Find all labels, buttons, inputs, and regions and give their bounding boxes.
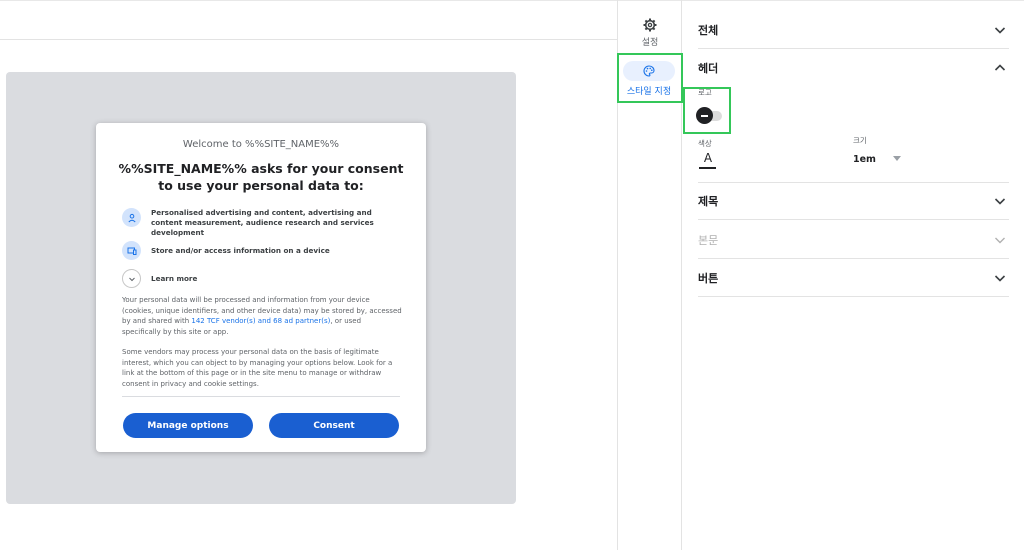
- section-buttons[interactable]: 버튼: [698, 259, 1009, 297]
- consent-button[interactable]: Consent: [269, 413, 399, 438]
- logo-toggle-highlight: [683, 87, 731, 134]
- chevron-down-icon[interactable]: [993, 23, 1007, 37]
- dialog-divider: [122, 396, 400, 397]
- section-body: 본문: [698, 221, 1009, 259]
- purpose-text: Store and/or access information on a dev…: [151, 246, 330, 255]
- tab-settings[interactable]: 설정: [625, 18, 675, 48]
- section-buttons-title[interactable]: 버튼: [698, 270, 718, 286]
- purpose-item: Personalised advertising and content, ad…: [122, 208, 402, 238]
- section-body-title: 본문: [698, 233, 719, 247]
- consent-dialog: Welcome to %%SITE_NAME%% %%SITE_NAME%% a…: [96, 123, 426, 452]
- size-select[interactable]: 1em: [853, 154, 876, 165]
- welcome-text: Welcome to %%SITE_NAME%%: [182, 139, 340, 150]
- chevron-up-icon[interactable]: [993, 61, 1007, 75]
- manage-options-button[interactable]: Manage options: [123, 413, 253, 438]
- chevron-down-icon[interactable]: [122, 269, 141, 288]
- legitimate-interest-text: Some vendors may process your personal d…: [122, 348, 393, 388]
- section-title[interactable]: 제목: [698, 182, 1009, 220]
- chevron-down-icon: [995, 237, 1005, 243]
- chevron-down-icon[interactable]: [993, 194, 1007, 208]
- size-dropdown-icon[interactable]: [893, 156, 901, 161]
- learn-more-label[interactable]: Learn more: [151, 274, 197, 284]
- section-all-title[interactable]: 전체: [698, 22, 718, 38]
- size-label: 크기: [853, 136, 867, 145]
- person-icon: [122, 208, 141, 227]
- gear-icon: [643, 18, 657, 32]
- section-all[interactable]: 전체: [698, 11, 1009, 49]
- purpose-item: Store and/or access information on a dev…: [122, 241, 402, 260]
- preview-toolbar-divider: [0, 39, 618, 40]
- tab-settings-label[interactable]: 설정: [642, 35, 659, 48]
- section-header[interactable]: 헤더: [698, 49, 1009, 87]
- color-label: 색상: [698, 139, 712, 148]
- purpose-text: Personalised advertising and content, ad…: [151, 208, 374, 237]
- vendors-link[interactable]: 142 TCF vendor(s) and 68 ad partner(s): [191, 317, 330, 325]
- device-icon: [122, 241, 141, 260]
- chevron-down-icon[interactable]: [993, 271, 1007, 285]
- text-color-swatch[interactable]: [699, 167, 716, 169]
- text-color-icon[interactable]: A: [700, 151, 716, 165]
- learn-more-row[interactable]: Learn more: [122, 269, 402, 288]
- style-tab-highlight: [617, 53, 683, 103]
- top-border: [0, 0, 1024, 1]
- section-title-title[interactable]: 제목: [698, 193, 718, 209]
- consent-description: Your personal data will be processed and…: [122, 295, 402, 337]
- app-root: Welcome to %%SITE_NAME%% %%SITE_NAME%% a…: [0, 0, 1024, 550]
- section-header-title[interactable]: 헤더: [698, 60, 718, 76]
- consent-headline: %%SITE_NAME%% asks for your consent to u…: [118, 161, 404, 193]
